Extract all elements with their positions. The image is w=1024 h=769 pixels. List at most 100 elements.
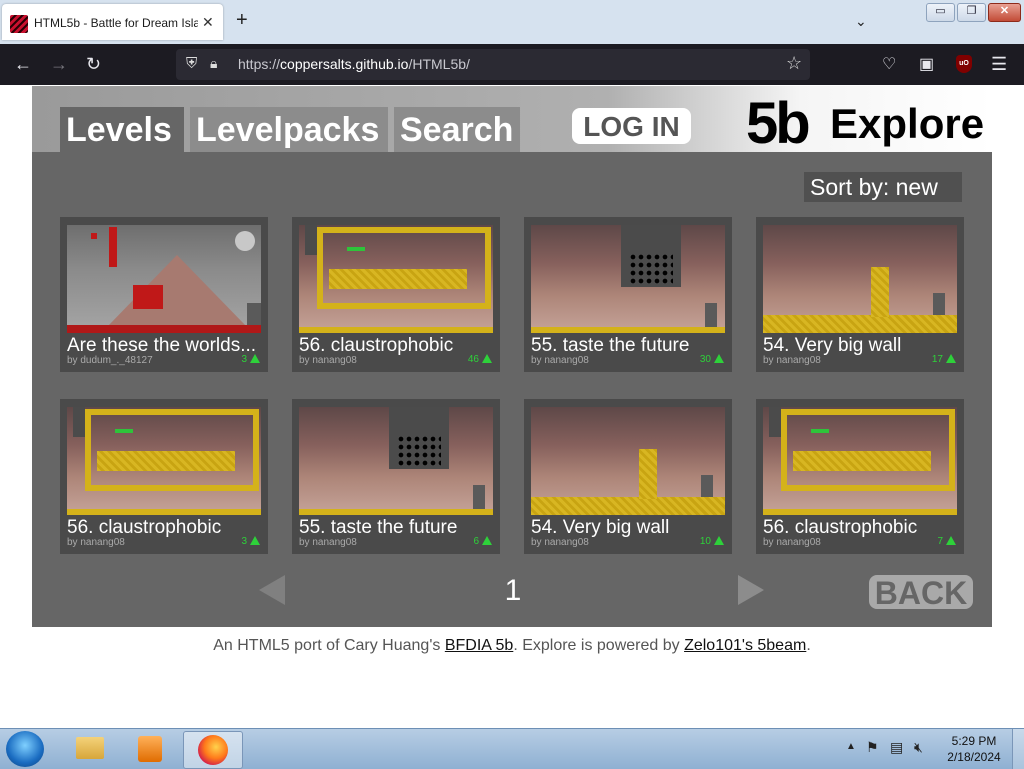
url-bar[interactable]: ⛨ 🔒︎ https://coppersalts.github.io/HTML5… (176, 49, 810, 80)
level-card[interactable]: 54. Very big wall by nanang08 10 (524, 399, 732, 554)
url-text[interactable]: https://coppersalts.github.io/HTML5b/ (238, 56, 470, 72)
5beam-link[interactable]: Zelo101's 5beam (684, 637, 806, 654)
network-icon[interactable]: ▤ (890, 739, 903, 756)
upvote-icon (250, 536, 260, 545)
yellow-block (329, 269, 467, 289)
level-card[interactable]: 55. taste the future by nanang08 30 (524, 217, 732, 372)
level-votes: 3 (241, 354, 260, 365)
level-card[interactable]: 55. taste the future by nanang08 6 (292, 399, 500, 554)
green-goal (115, 429, 133, 433)
yellow-block (793, 451, 931, 471)
level-author: by dudum_._48127 (67, 355, 153, 366)
level-author: by nanang08 (763, 355, 821, 366)
level-author: by nanang08 (531, 537, 589, 548)
extensions-icon[interactable]: ▣ (919, 54, 934, 74)
floor (763, 509, 957, 515)
yellow-block (763, 315, 957, 333)
star-icon[interactable]: ☆ (786, 53, 802, 74)
flag-icon[interactable]: ⚑ (866, 739, 879, 756)
volume-muted-icon[interactable]: 🔇︎ (914, 739, 923, 756)
forward-icon[interactable]: → (50, 54, 68, 75)
menu-icon[interactable]: ☰ (991, 54, 1007, 75)
level-thumbnail (67, 225, 261, 333)
browser-navbar: ← → ↻ ⛨ 🔒︎ https://coppersalts.github.io… (0, 44, 1024, 85)
upvote-icon (946, 354, 956, 363)
level-author: by nanang08 (67, 537, 125, 548)
level-author: by nanang08 (531, 355, 589, 366)
level-card[interactable]: 56. claustrophobic by nanang08 46 (292, 217, 500, 372)
level-card[interactable]: 54. Very big wall by nanang08 17 (756, 217, 964, 372)
next-page-arrow-icon[interactable] (738, 575, 764, 605)
list-all-tabs-button[interactable]: ⌄ (855, 13, 867, 30)
footer-text: . Explore is powered by (513, 637, 685, 654)
tab-title: HTML5b - Battle for Dream Island 5b (34, 16, 198, 30)
clock-time[interactable]: 5:29 PM (944, 734, 1004, 748)
start-button[interactable] (6, 731, 44, 767)
shield-icon[interactable]: ⛨ (186, 55, 197, 72)
gray-block (701, 475, 713, 497)
bfdia-5b-link[interactable]: BFDIA 5b (445, 637, 513, 654)
upvote-icon (250, 354, 260, 363)
level-votes: 10 (700, 536, 724, 547)
taskbar-firefox[interactable] (183, 731, 243, 769)
ublock-icon[interactable]: uO (956, 55, 972, 73)
level-author: by nanang08 (299, 537, 357, 548)
vote-count: 3 (241, 354, 247, 365)
dark-pixels (629, 253, 673, 285)
upvote-icon (714, 354, 724, 363)
taskbar-explorer[interactable] (60, 731, 118, 767)
url-path: /HTML5b/ (408, 56, 470, 72)
level-title: 56. claustrophobic (763, 517, 918, 538)
level-card[interactable]: Are these the worlds... by dudum_._48127… (60, 217, 268, 372)
reload-icon[interactable]: ↻ (86, 54, 101, 75)
login-button[interactable]: LOG IN (572, 108, 691, 144)
gray-block (705, 303, 717, 327)
level-title: 55. taste the future (299, 517, 458, 538)
yellow-frame (781, 409, 955, 491)
logo-5b: 5b (746, 91, 811, 156)
level-author: by nanang08 (299, 355, 357, 366)
tab-levelpacks[interactable]: Levelpacks (190, 107, 388, 152)
window-minimize-button[interactable]: ▭ (926, 3, 955, 22)
back-button[interactable]: BACK (869, 575, 973, 611)
floor (67, 509, 261, 515)
sort-button[interactable]: Sort by: new (804, 172, 962, 202)
floor (299, 509, 493, 515)
level-thumbnail (67, 407, 261, 515)
level-card[interactable]: 56. claustrophobic by nanang08 7 (756, 399, 964, 554)
tab-levels[interactable]: Levels (60, 107, 184, 152)
firefox-icon (198, 735, 228, 765)
level-title: 56. claustrophobic (67, 517, 222, 538)
level-votes: 30 (700, 354, 724, 365)
pocket-icon[interactable]: ♡ (882, 54, 896, 74)
window-close-button[interactable]: ✕ (988, 3, 1021, 22)
level-card[interactable]: 56. claustrophobic by nanang08 3 (60, 399, 268, 554)
media-player-icon (138, 736, 162, 762)
red-block (133, 285, 163, 309)
lock-icon[interactable]: 🔒︎ (210, 55, 217, 72)
gray-block (933, 293, 945, 315)
tab-close-icon[interactable]: ✕ (202, 14, 214, 31)
red-pixel (109, 227, 117, 267)
tab-search[interactable]: Search (394, 107, 520, 152)
level-thumbnail (299, 225, 493, 333)
game-canvas[interactable]: Levels Levelpacks Search LOG IN 5b Explo… (32, 86, 992, 627)
prev-page-arrow-icon[interactable] (259, 575, 285, 605)
browser-tab[interactable]: HTML5b - Battle for Dream Island 5b ✕ (2, 4, 223, 40)
logo-explore: Explore (830, 100, 985, 147)
yellow-block (97, 451, 235, 471)
explore-header: Levels Levelpacks Search LOG IN 5b Explo… (32, 86, 992, 156)
taskbar-media-player[interactable] (120, 731, 178, 767)
window-maximize-button[interactable]: ❐ (957, 3, 986, 22)
dark-block (73, 407, 85, 437)
show-desktop-button[interactable] (1012, 729, 1024, 769)
show-hidden-icons-icon[interactable]: ▲ (846, 741, 856, 752)
clock-date[interactable]: 2/18/2024 (944, 750, 1004, 764)
dark-block (305, 225, 317, 255)
level-votes: 3 (241, 536, 260, 547)
back-icon[interactable]: ← (14, 54, 32, 75)
dark-pixels (397, 435, 441, 467)
level-votes: 46 (468, 354, 492, 365)
new-tab-button[interactable]: + (236, 9, 248, 32)
vote-count: 6 (473, 536, 479, 547)
